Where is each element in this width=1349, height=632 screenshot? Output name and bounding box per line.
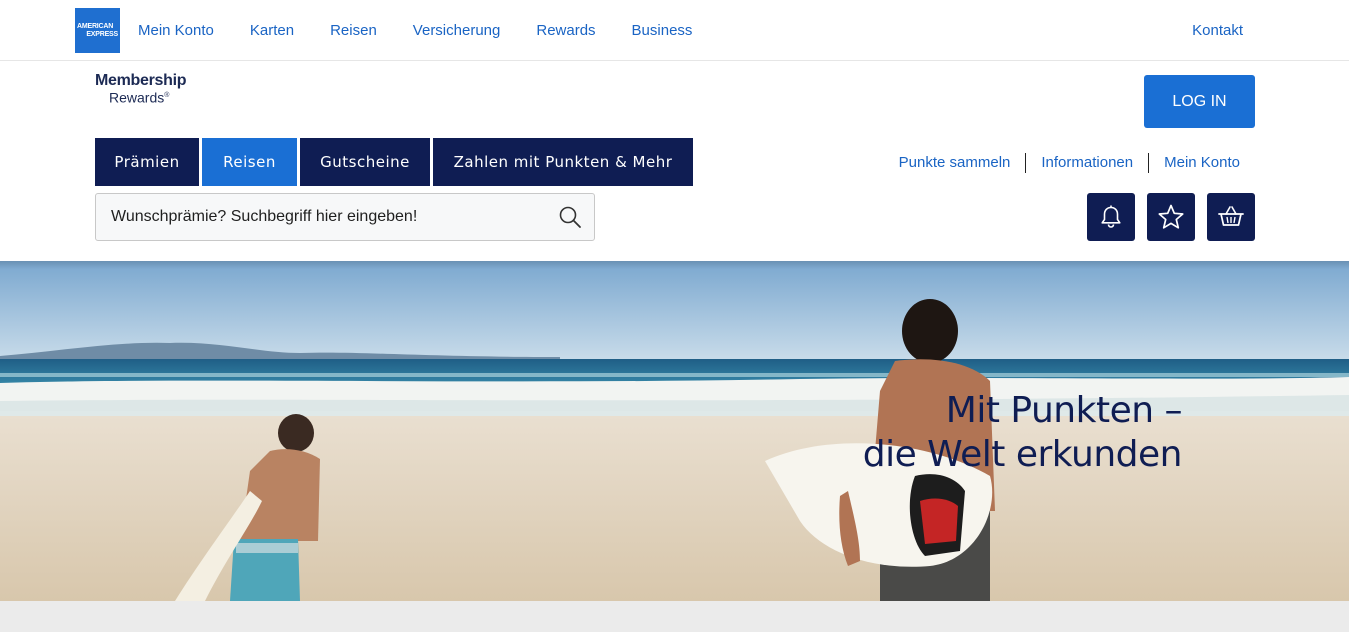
basket-icon [1218, 206, 1244, 226]
bell-icon [1101, 205, 1121, 228]
top-bar: AMERICAN EXPRESS Mein Konto Karten Reise… [0, 0, 1349, 61]
hero-title-line1: Mit Punkten – [945, 390, 1183, 431]
hero-title: Mit Punkten – die Welt erkunden [852, 389, 1183, 477]
account-links: Punkte sammeln Informationen Mein Konto [884, 153, 1255, 173]
link-mein-konto[interactable]: Mein Konto [1148, 153, 1255, 173]
content-area-strip [0, 601, 1349, 632]
link-informationen[interactable]: Informationen [1025, 153, 1148, 173]
membership-rewards-logo[interactable]: Membership Rewards® [95, 72, 187, 106]
membership-logo-line2: Rewards® [109, 89, 170, 106]
membership-logo-line2-text: Rewards [109, 89, 165, 106]
topnav-business[interactable]: Business [632, 22, 693, 39]
topnav-mein-konto[interactable]: Mein Konto [138, 22, 214, 39]
category-tabs: Prämien Reisen Gutscheine Zahlen mit Pun… [95, 138, 693, 186]
amex-logo-line2: EXPRESS [86, 30, 118, 38]
search-icon[interactable] [558, 205, 582, 229]
top-nav: Mein Konto Karten Reisen Versicherung Re… [138, 22, 728, 39]
tab-gutscheine[interactable]: Gutscheine [300, 138, 430, 186]
contact-link[interactable]: Kontakt [1192, 22, 1243, 39]
tab-praemien[interactable]: Prämien [95, 138, 199, 186]
topnav-versicherung[interactable]: Versicherung [413, 22, 501, 39]
search-box [95, 193, 595, 241]
favorites-button[interactable] [1147, 193, 1195, 241]
star-icon [1158, 204, 1184, 229]
search-input[interactable] [96, 194, 546, 240]
topnav-reisen[interactable]: Reisen [330, 22, 377, 39]
topnav-karten[interactable]: Karten [250, 22, 294, 39]
hero-shadow [0, 261, 1349, 269]
notifications-button[interactable] [1087, 193, 1135, 241]
login-button[interactable]: LOG IN [1144, 75, 1255, 128]
hero-title-line2: die Welt erkunden [862, 434, 1183, 475]
topnav-rewards[interactable]: Rewards [536, 22, 595, 39]
amex-logo[interactable]: AMERICAN EXPRESS [75, 8, 120, 53]
hero-banner[interactable]: Mit Punkten – die Welt erkunden [0, 261, 1349, 601]
tab-zahlen-mit-punkten[interactable]: Zahlen mit Punkten & Mehr [433, 138, 693, 186]
membership-logo-line1: Membership [95, 72, 187, 89]
tab-reisen[interactable]: Reisen [202, 138, 297, 186]
amex-logo-line1: AMERICAN [77, 22, 114, 30]
utility-icons [1087, 193, 1255, 241]
link-punkte-sammeln[interactable]: Punkte sammeln [884, 153, 1026, 173]
basket-button[interactable] [1207, 193, 1255, 241]
